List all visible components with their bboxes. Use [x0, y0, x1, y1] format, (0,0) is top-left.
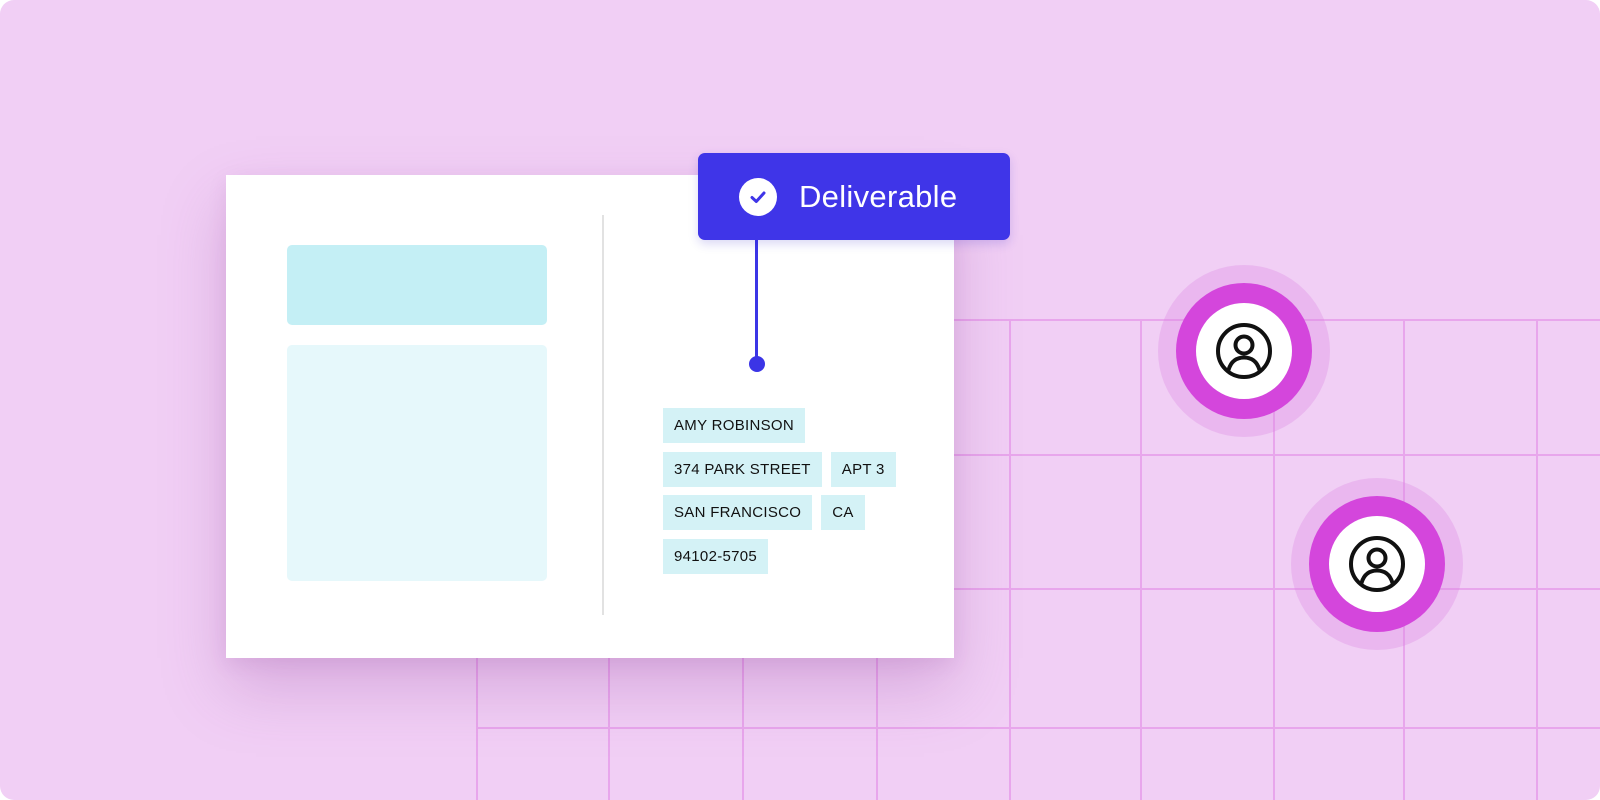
unit-chip: APT 3 — [830, 452, 896, 487]
street-chip: 374 PARK STREET — [663, 452, 822, 487]
illustration-canvas: AMY ROBINSON 374 PARK STREET APT 3 SAN F… — [0, 0, 1600, 800]
address-card: AMY ROBINSON 374 PARK STREET APT 3 SAN F… — [226, 175, 954, 658]
address-row-street: 374 PARK STREET APT 3 — [663, 452, 896, 487]
card-placeholder-header — [287, 245, 547, 325]
marker-core — [1196, 303, 1292, 399]
user-icon — [1349, 536, 1405, 592]
marker-ring — [1309, 496, 1445, 632]
status-connector-dot — [749, 356, 765, 372]
status-connector-line — [755, 240, 758, 363]
state-chip: CA — [821, 495, 865, 530]
card-divider — [602, 215, 604, 615]
user-icon — [1216, 323, 1272, 379]
map-marker-user-1 — [1158, 265, 1330, 437]
marker-core — [1329, 516, 1425, 612]
deliverable-status-badge: Deliverable — [698, 153, 1010, 240]
card-placeholder-body — [287, 345, 547, 581]
marker-ring — [1176, 283, 1312, 419]
recipient-name-chip: AMY ROBINSON — [663, 408, 806, 443]
map-marker-user-2 — [1291, 478, 1463, 650]
zip-chip: 94102-5705 — [663, 539, 769, 574]
check-circle-icon — [739, 177, 777, 216]
address-row-name: AMY ROBINSON — [663, 408, 806, 443]
address-row-zip: 94102-5705 — [663, 539, 769, 574]
city-chip: SAN FRANCISCO — [663, 495, 813, 530]
address-row-city: SAN FRANCISCO CA — [663, 495, 865, 530]
status-label: Deliverable — [799, 178, 958, 214]
